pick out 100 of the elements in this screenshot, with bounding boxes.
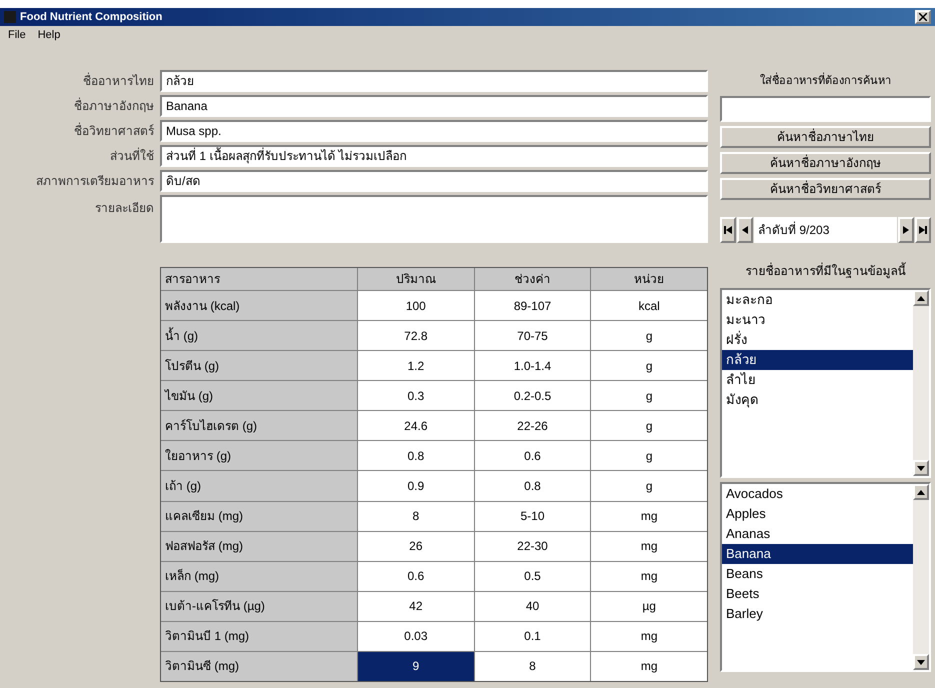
list-item[interactable]: ฝรั่ง <box>722 330 913 350</box>
table-cell[interactable]: 1.0-1.4 <box>474 351 590 380</box>
table-cell[interactable]: 0.1 <box>474 622 590 651</box>
table-cell[interactable]: เหล็ก (mg) <box>161 562 357 591</box>
text-field[interactable]: ส่วนที่ 1 เนื้อผลสุกที่รับประทานได้ ไม่รวมเปลือก <box>160 145 708 167</box>
table-cell[interactable]: คาร์โบไฮเดรต (g) <box>161 411 357 440</box>
list-item[interactable]: Avocados <box>722 484 913 504</box>
table-cell[interactable]: 0.3 <box>358 381 474 410</box>
table-cell[interactable]: 9 <box>358 652 474 682</box>
table-cell[interactable]: ฟอสฟอรัส (mg) <box>161 532 357 561</box>
next-button[interactable] <box>898 217 914 243</box>
close-icon <box>919 13 927 21</box>
first-button[interactable] <box>720 217 736 243</box>
table-cell[interactable]: kcal <box>591 291 708 320</box>
table-cell[interactable]: เบต้า-แคโรทีน (µg) <box>161 592 357 621</box>
down-arrow-icon <box>917 466 925 470</box>
list-item[interactable]: Barley <box>722 604 913 624</box>
up-arrow-icon <box>917 490 925 494</box>
next-icon <box>903 226 909 234</box>
table-cell[interactable]: mg <box>591 502 708 531</box>
menu-item[interactable]: File <box>8 26 26 44</box>
table-cell[interactable]: 5-10 <box>474 502 590 531</box>
search-field[interactable] <box>720 96 931 122</box>
close-button[interactable] <box>915 10 931 24</box>
table-cell[interactable]: 100 <box>358 291 474 320</box>
text-field[interactable]: Banana <box>160 95 708 117</box>
table-cell[interactable]: mg <box>591 532 708 561</box>
record-counter: ลำดับที่ 9/203 <box>754 217 897 243</box>
table-cell[interactable]: 0.9 <box>358 471 474 501</box>
table-cell[interactable]: 0.8 <box>358 441 474 470</box>
previous-button[interactable] <box>737 217 753 243</box>
last-button[interactable] <box>915 217 931 243</box>
list-item[interactable]: Ananas <box>722 524 913 544</box>
list-item[interactable]: ลำไย <box>722 370 913 390</box>
field-label: สภาพการเตรียมอาหาร <box>35 173 155 190</box>
table-cell[interactable]: 40 <box>474 592 590 621</box>
list-item[interactable]: Banana <box>722 544 913 564</box>
field-label: รายละเอียด <box>94 200 155 217</box>
table-cell[interactable]: 26 <box>358 532 474 561</box>
column-header[interactable]: หน่วย <box>591 268 708 290</box>
table-cell[interactable]: 42 <box>358 592 474 621</box>
table-cell[interactable]: 72.8 <box>358 321 474 350</box>
down-arrow-icon <box>917 660 925 664</box>
column-header[interactable]: ปริมาณ <box>358 268 474 290</box>
table-cell[interactable]: mg <box>591 562 708 591</box>
list-item[interactable]: มังคุด <box>722 390 913 410</box>
table-cell[interactable]: น้ำ (g) <box>161 321 357 350</box>
table-cell[interactable]: 0.03 <box>358 622 474 651</box>
text-field[interactable]: ดิบ/สด <box>160 170 708 192</box>
table-cell[interactable]: 0.6 <box>474 441 590 470</box>
table-cell[interactable]: 0.2-0.5 <box>474 381 590 410</box>
table-cell[interactable]: พลังงาน (kcal) <box>161 291 357 320</box>
table-cell[interactable]: g <box>591 321 708 350</box>
table-cell[interactable]: วิตามินซี (mg) <box>161 652 357 682</box>
table-cell[interactable]: ไขมัน (g) <box>161 381 357 410</box>
menu-item[interactable]: Help <box>38 26 60 44</box>
column-header[interactable]: สารอาหาร <box>161 268 357 290</box>
scrollbar[interactable] <box>913 290 929 476</box>
table-cell[interactable]: g <box>591 441 708 470</box>
table-cell[interactable]: วิตามินบี 1 (mg) <box>161 622 357 651</box>
list-item[interactable]: มะละกอ <box>722 290 913 310</box>
field-label: ชื่ออาหารไทย <box>82 72 155 90</box>
table-cell[interactable]: 0.6 <box>358 562 474 591</box>
table-cell[interactable]: 89-107 <box>474 291 590 320</box>
table-cell[interactable]: 22-26 <box>474 411 590 440</box>
table-cell[interactable]: 24.6 <box>358 411 474 440</box>
table-cell[interactable]: mg <box>591 652 708 682</box>
table-cell[interactable]: g <box>591 381 708 410</box>
table-cell[interactable]: 0.8 <box>474 471 590 501</box>
notes-field[interactable] <box>160 195 708 243</box>
text-field[interactable]: กล้วย <box>160 70 708 92</box>
table-cell[interactable]: 70-75 <box>474 321 590 350</box>
list-item[interactable]: กล้วย <box>722 350 913 370</box>
list-item[interactable]: Beets <box>722 584 913 604</box>
table-cell[interactable]: g <box>591 411 708 440</box>
scrollbar[interactable] <box>913 484 929 670</box>
search-button[interactable]: ค้นหาชื่อภาษาไทย <box>720 126 931 148</box>
list-item[interactable]: Apples <box>722 504 913 524</box>
table-cell[interactable]: โปรตีน (g) <box>161 351 357 380</box>
search-button[interactable]: ค้นหาชื่อภาษาอังกฤษ <box>720 152 931 174</box>
table-cell[interactable]: 1.2 <box>358 351 474 380</box>
table-cell[interactable]: mg <box>591 622 708 651</box>
field-label: ส่วนที่ใช้ <box>109 147 155 165</box>
table-cell[interactable]: แคลเซียม (mg) <box>161 502 357 531</box>
table-cell[interactable]: 8 <box>358 502 474 531</box>
table-cell[interactable]: g <box>591 351 708 380</box>
table-cell[interactable]: ใยอาหาร (g) <box>161 441 357 470</box>
search-button[interactable]: ค้นหาชื่อวิทยาศาสตร์ <box>720 178 931 200</box>
table-cell[interactable]: µg <box>591 592 708 621</box>
table-cell[interactable]: 22-30 <box>474 532 590 561</box>
table-cell[interactable]: เถ้า (g) <box>161 471 357 501</box>
list-label: รายชื่ออาหารที่มีในฐานข้อมูลนี้ <box>744 262 907 280</box>
table-cell[interactable]: 8 <box>474 652 590 682</box>
column-header[interactable]: ช่วงค่า <box>474 268 590 290</box>
field-label: ชื่อวิทยาศาสตร์ <box>73 122 155 140</box>
list-item[interactable]: Beans <box>722 564 913 584</box>
table-cell[interactable]: g <box>591 471 708 501</box>
table-cell[interactable]: 0.5 <box>474 562 590 591</box>
text-field[interactable]: Musa spp. <box>160 120 708 142</box>
list-item[interactable]: มะนาว <box>722 310 913 330</box>
